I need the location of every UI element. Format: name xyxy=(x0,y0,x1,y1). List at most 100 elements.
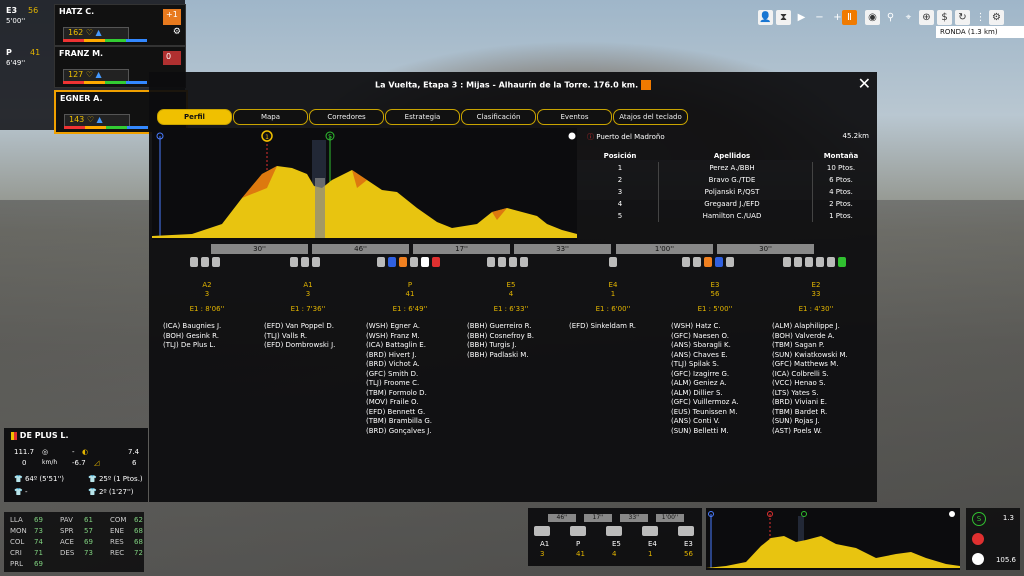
group-rider[interactable]: (ANS) Sbaragli K. xyxy=(665,341,765,351)
group-rider[interactable]: (ALM) Geniez A. xyxy=(665,379,765,389)
group-column[interactable]: E4 1 E1 : 6'00'' (EFD) Sinkeldam R. xyxy=(563,281,663,332)
group-rider[interactable]: (GFC) Smith D. xyxy=(360,370,460,380)
pause-icon[interactable]: Ⅱ xyxy=(842,10,857,25)
finish-flag-icon xyxy=(568,132,576,140)
group-rider[interactable]: (BBH) Turgis J. xyxy=(461,341,561,351)
group-column[interactable]: E3 56 E1 : 5'00'' (WSH) Hatz C. (GFC) Naesen… xyxy=(665,281,765,436)
group-rider[interactable]: (BBH) Cosnefroy B. xyxy=(461,332,561,342)
hourglass-icon[interactable]: ⧗ xyxy=(776,10,791,25)
kom-row: 4 Gregaard J./EFD 2 Ptos. xyxy=(585,198,873,210)
sprint-icon: S xyxy=(972,512,986,526)
group-rider[interactable]: (EUS) Teunissen M. xyxy=(665,408,765,418)
group-rider[interactable]: (GFC) Matthews M. xyxy=(766,360,866,370)
group-rider[interactable]: (TLJ) Spilak S. xyxy=(665,360,765,370)
dollar-icon[interactable]: $ xyxy=(937,10,952,25)
group-rider[interactable]: (EFD) Bennett G. xyxy=(360,408,460,418)
group-column[interactable]: P 41 E1 : 6'49'' (WSH) Egner A. (WSH) Franz … xyxy=(360,281,460,436)
group-rider[interactable]: (BRD) Vichot A. xyxy=(360,360,460,370)
group-rider[interactable]: (VCC) Henao S. xyxy=(766,379,866,389)
group-rider[interactable]: (GFC) Naesen O. xyxy=(665,332,765,342)
group-rider[interactable]: (GFC) Izagirre G. xyxy=(665,370,765,380)
group-rider[interactable]: (SUN) Kwiatkowski M. xyxy=(766,351,866,361)
stat-value: 72 xyxy=(134,549,143,557)
group-rider[interactable]: (WSH) Hatz C. xyxy=(665,322,765,332)
group-rider[interactable]: (TLJ) De Plus L. xyxy=(157,341,257,351)
group-rider[interactable]: (EFD) Dombrowski J. xyxy=(258,341,358,351)
sync-icon[interactable]: ↻ xyxy=(955,10,970,25)
group-rider[interactable]: (BRD) Gonçalves J. xyxy=(360,427,460,437)
divider xyxy=(658,162,659,222)
group-rider[interactable]: (BBH) Padlaski M. xyxy=(461,351,561,361)
group-rider[interactable]: (EFD) Sinkeldam R. xyxy=(563,322,663,332)
tab-atajos[interactable]: Atajos del teclado xyxy=(613,109,688,125)
stat-value: 57 xyxy=(84,527,93,535)
dash-value: - xyxy=(72,448,75,456)
rider-extra: 0 xyxy=(166,52,172,61)
group-rider[interactable]: (BOH) Valverde A. xyxy=(766,332,866,342)
settings-icon[interactable]: ⚙ xyxy=(989,10,1004,25)
jersey-icon xyxy=(290,257,298,267)
close-icon[interactable]: ✕ xyxy=(858,76,871,92)
jersey-icon xyxy=(301,257,309,267)
stat-value: 61 xyxy=(84,516,93,524)
tab-clasificacion[interactable]: Clasificación xyxy=(461,109,536,125)
group-rider[interactable]: (TLJ) Valls R. xyxy=(258,332,358,342)
group-rider[interactable]: (TLJ) Froome C. xyxy=(360,379,460,389)
tab-corredores[interactable]: Corredores xyxy=(309,109,384,125)
group-rider[interactable]: (ICA) Colbrelli S. xyxy=(766,370,866,380)
jersey-icon xyxy=(201,257,209,267)
finish-distance: 105.6 xyxy=(995,556,1016,564)
time-gap-bar: 33'' xyxy=(514,244,611,254)
power-icon: ◎ xyxy=(42,448,49,456)
group-rider[interactable]: (WSH) Egner A. xyxy=(360,322,460,332)
group-rider[interactable]: (TBM) Formolo D. xyxy=(360,389,460,399)
group-rider[interactable]: (TBM) Bardet R. xyxy=(766,408,866,418)
user-icon[interactable]: 👤 xyxy=(758,10,773,25)
group-rider[interactable]: (EFD) Van Poppel D. xyxy=(258,322,358,332)
group-rider[interactable]: (LTS) Yates S. xyxy=(766,389,866,399)
group-rider[interactable]: (BRD) Viviani E. xyxy=(766,398,866,408)
group-column[interactable]: A2 3 E1 : 8'06'' (ICA) Baugnies J. (BOH) Ges… xyxy=(157,281,257,351)
camera-icon[interactable]: ⌖ xyxy=(901,10,916,25)
group-time: E1 : 8'06'' xyxy=(189,305,225,313)
group-rider[interactable]: (ANS) Chaves E. xyxy=(665,351,765,361)
group-count: 3 xyxy=(305,290,311,298)
menu-icon[interactable]: ⋮ xyxy=(973,10,988,25)
group-rider[interactable]: (SUN) Rojas J. xyxy=(766,417,866,427)
jersey-icon xyxy=(606,526,622,536)
bike-icon[interactable]: ⚲ xyxy=(883,10,898,25)
stage-profile[interactable]: 1 S xyxy=(152,128,577,240)
kom-cell: Gregaard J./EFD xyxy=(704,200,760,208)
group-time: E1 : 6'49'' xyxy=(392,305,428,313)
group-rider[interactable]: (AST) Poels W. xyxy=(766,427,866,437)
group-rider[interactable]: (ICA) Baugnies J. xyxy=(157,322,257,332)
group-column[interactable]: E5 4 E1 : 6'33'' (BBH) Guerreiro R. (BBH) Co… xyxy=(461,281,561,360)
group-rider[interactable]: (ICA) Battaglin E. xyxy=(360,341,460,351)
minus-icon[interactable]: − xyxy=(812,10,827,25)
group-rider[interactable]: (BRD) Hivert J. xyxy=(360,351,460,361)
jersey-icon xyxy=(388,257,396,267)
group-rider[interactable]: (TBM) Sagan P. xyxy=(766,341,866,351)
play-icon[interactable]: ▶ xyxy=(794,10,809,25)
group-rider[interactable]: (MOV) Fraile O. xyxy=(360,398,460,408)
group-column[interactable]: E2 33 E1 : 4'30'' (ALM) Alaphilippe J. (BOH)… xyxy=(766,281,866,436)
tab-perfil[interactable]: Perfil xyxy=(157,109,232,125)
group-rider[interactable]: (WSH) Franz M. xyxy=(360,332,460,342)
group-rider[interactable]: (ANS) Conti V. xyxy=(665,417,765,427)
tab-eventos[interactable]: Eventos xyxy=(537,109,612,125)
group-column[interactable]: A1 3 E1 : 7'36'' (EFD) Van Poppel D. (TLJ) V… xyxy=(258,281,358,351)
group-rider[interactable]: (TBM) Brambilla G. xyxy=(360,417,460,427)
kom-cell: 10 Ptos. xyxy=(826,164,856,172)
gear-icon[interactable]: ⚙ xyxy=(173,27,181,37)
tab-mapa[interactable]: Mapa xyxy=(233,109,308,125)
group-rider[interactable]: (GFC) Vuillermoz A. xyxy=(665,398,765,408)
mini-profile[interactable] xyxy=(706,508,960,570)
group-rider[interactable]: (ALM) Alaphilippe J. xyxy=(766,322,866,332)
group-rider[interactable]: (BOH) Gesink R. xyxy=(157,332,257,342)
eye-icon[interactable]: ◉ xyxy=(865,10,880,25)
tab-estrategia[interactable]: Estrategia xyxy=(385,109,460,125)
group-rider[interactable]: (ALM) Dillier S. xyxy=(665,389,765,399)
compass-icon[interactable]: ⊕ xyxy=(919,10,934,25)
group-rider[interactable]: (BBH) Guerreiro R. xyxy=(461,322,561,332)
group-rider[interactable]: (SUN) Belletti M. xyxy=(665,427,765,437)
